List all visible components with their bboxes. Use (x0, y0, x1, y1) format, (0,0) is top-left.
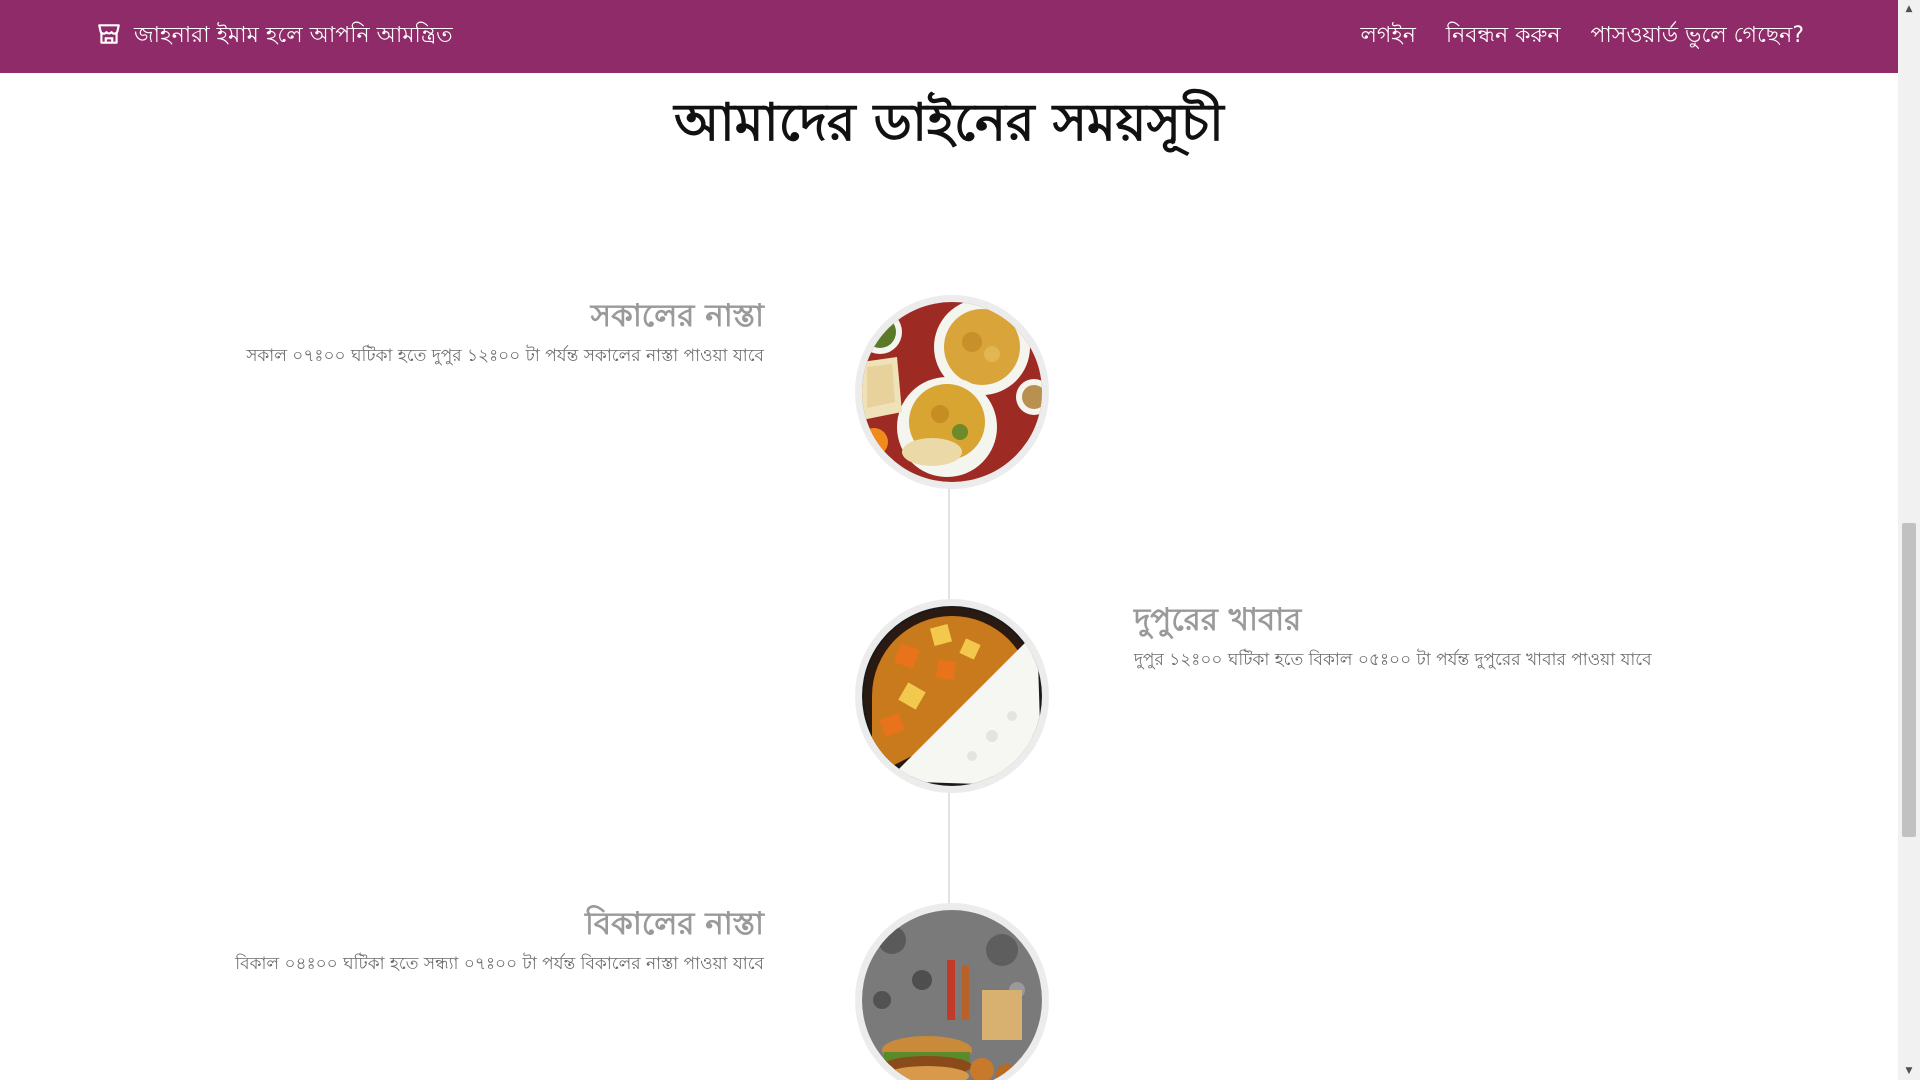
nav-links: লগইন নিবন্ধন করুন পাসওয়ার্ড ভুলে গেছেন? (1360, 18, 1804, 54)
navbar: জাহনারা ইমাম হলে আপনি আমন্ত্রিত লগইন নিব… (0, 0, 1898, 73)
meal-description: বিকাল ০৪ঃ০০ ঘটিকা হতে সন্ধ্যা ০৭ঃ০০ টা প… (235, 954, 764, 974)
breakfast-text-block: সকালের নাস্তা সকাল ০৭ঃ০০ ঘটিকা হতে দুপুর… (144, 294, 764, 370)
login-link[interactable]: লগইন (1360, 18, 1415, 54)
lunch-text-block: দুপুরের খাবার দুপুর ১২ঃ০০ ঘটিকা হতে বিকা… (1134, 598, 1754, 674)
brand-link[interactable]: জাহনারা ইমাম হলে আপনি আমন্ত্রিত (96, 18, 453, 54)
meal-description: সকাল ০৭ঃ০০ ঘটিকা হতে দুপুর ১২ঃ০০ টা পর্য… (246, 346, 764, 366)
page-title: আমাদের ডাইনের সময়সূচী (674, 93, 1224, 153)
evening-snacks-image (855, 903, 1049, 1080)
scroll-down-arrow-icon[interactable]: ▼ (1898, 1062, 1920, 1080)
scroll-up-arrow-icon[interactable]: ▲ (1898, 0, 1920, 18)
meal-title: বিকালের নাস্তা (585, 906, 764, 942)
evening-snacks-text-block: বিকালের নাস্তা বিকাল ০৪ঃ০০ ঘটিকা হতে সন্… (144, 902, 764, 978)
scrollbar-thumb[interactable] (1902, 523, 1916, 837)
brand-text: জাহনারা ইমাম হলে আপনি আমন্ত্রিত (134, 23, 453, 48)
meal-title: সকালের নাস্তা (590, 298, 764, 334)
register-link[interactable]: নিবন্ধন করুন (1446, 18, 1561, 54)
meal-description: দুপুর ১২ঃ০০ ঘটিকা হতে বিকাল ০৫ঃ০০ টা পর্… (1134, 650, 1652, 670)
breakfast-food-image (855, 295, 1049, 489)
page: জাহনারা ইমাম হলে আপনি আমন্ত্রিত লগইন নিব… (0, 0, 1920, 1080)
store-icon (96, 21, 122, 51)
lunch-curry-rice-image (855, 599, 1049, 793)
forgot-password-link[interactable]: পাসওয়ার্ড ভুলে গেছেন? (1590, 18, 1804, 54)
vertical-scrollbar[interactable]: ▲ ▼ (1898, 0, 1920, 1080)
meal-title: দুপুরের খাবার (1134, 602, 1302, 638)
